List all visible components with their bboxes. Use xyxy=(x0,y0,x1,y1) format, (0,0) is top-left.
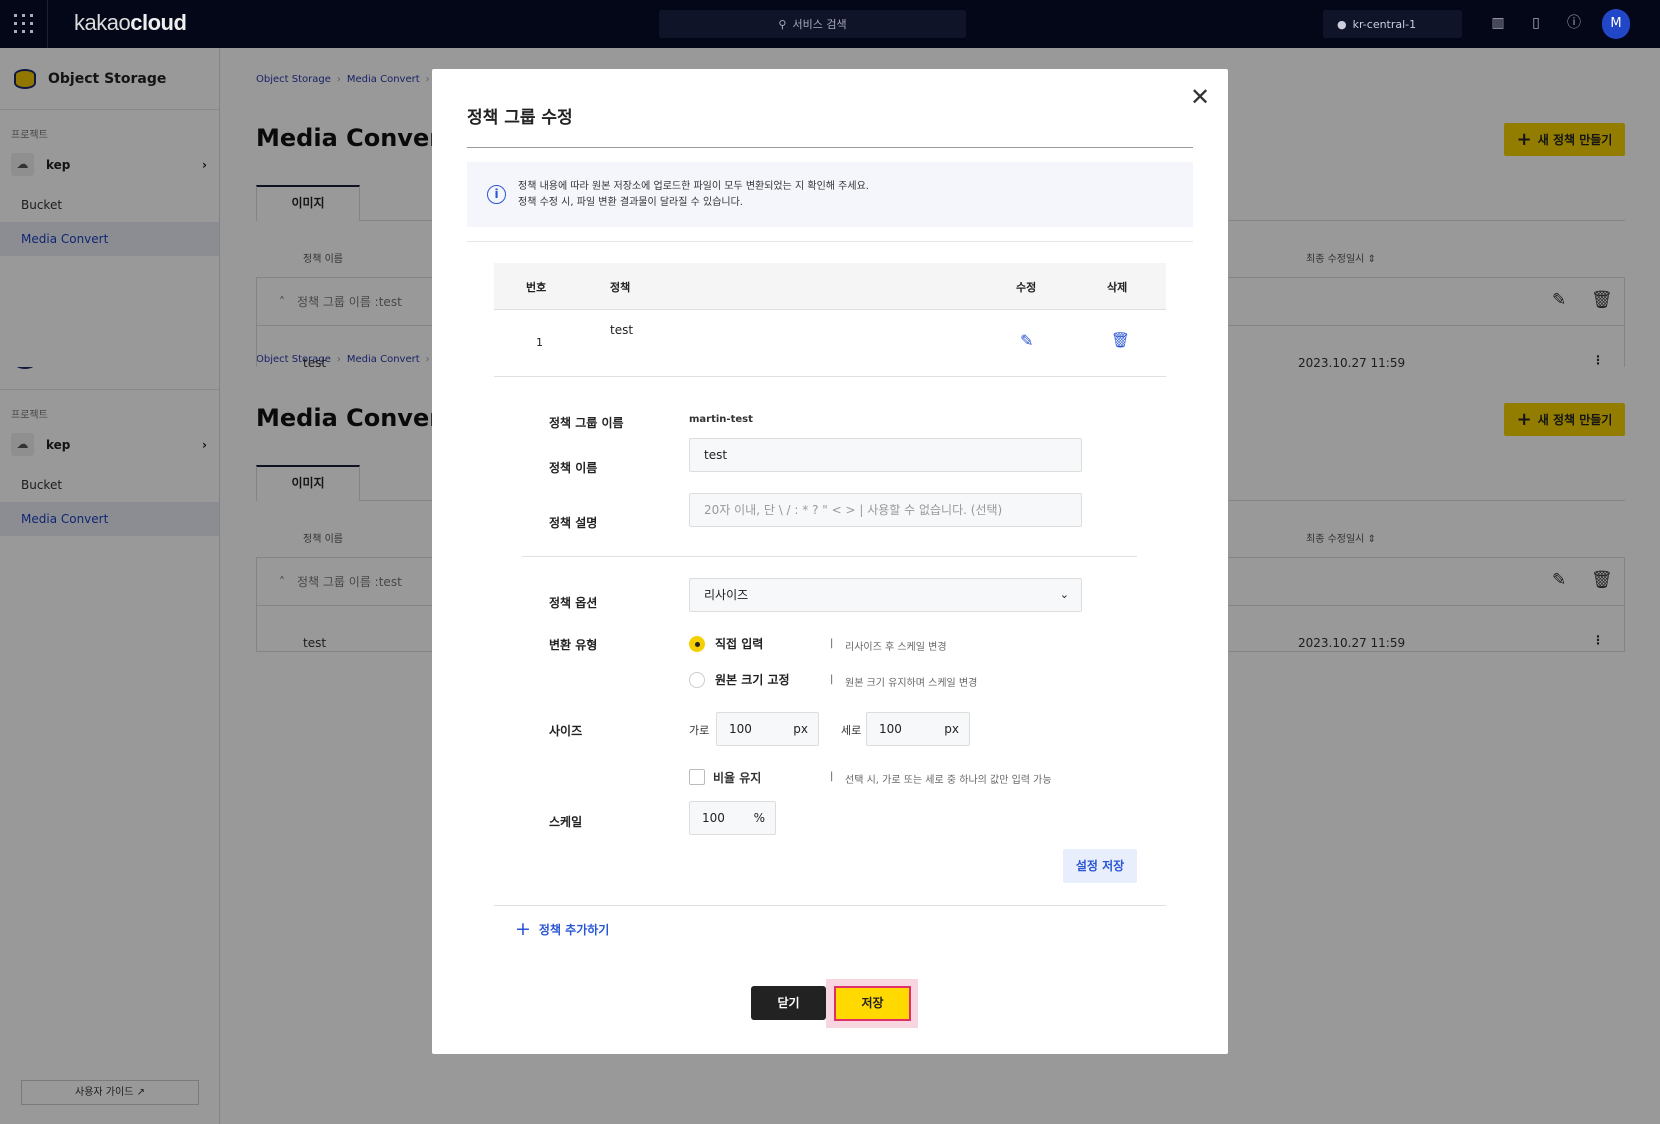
policy-description-input[interactable]: 20자 이내, 단 \ / : * ? " < > | 사용할 수 없습니다. … xyxy=(689,493,1082,527)
policy-option-select[interactable]: 리사이즈 ⌄ xyxy=(689,578,1082,612)
info-text-2: 정책 수정 시, 파일 변환 결과물이 달라질 수 있습니다. xyxy=(518,196,743,208)
info-icon: i xyxy=(487,185,506,204)
height-value: 100 xyxy=(879,722,902,736)
scale-value: 100 xyxy=(702,811,725,825)
divider xyxy=(522,556,1137,557)
header-policy: 정책 xyxy=(610,281,631,294)
radio-description: 리사이즈 후 스케일 변경 xyxy=(845,642,947,653)
keep-ratio-checkbox[interactable] xyxy=(689,769,705,785)
policy-name-input[interactable]: test xyxy=(689,438,1082,472)
width-value: 100 xyxy=(729,722,752,736)
unit-px: px xyxy=(944,722,959,736)
policy-option-label: 정책 옵션 xyxy=(549,596,598,610)
table-row: 1 test ✎ 🗑 xyxy=(494,310,1166,377)
add-policy-button[interactable]: + 정책 추가하기 xyxy=(515,918,609,940)
info-text-1: 정책 내용에 따라 원본 저장소에 업로드한 파일이 모두 변환되었는 지 확인… xyxy=(518,180,869,192)
modal-title: 정책 그룹 수정 xyxy=(467,108,573,128)
width-input[interactable]: 100 px xyxy=(716,712,819,746)
policy-name-label: 정책 이름 xyxy=(549,461,598,475)
download-document-icon[interactable]: ▯ xyxy=(1527,14,1545,32)
divider xyxy=(467,241,1193,242)
search-icon: ⚲ xyxy=(778,17,787,31)
row-number: 1 xyxy=(536,336,543,349)
height-input[interactable]: 100 px xyxy=(866,712,970,746)
header-edit: 수정 xyxy=(1016,281,1037,294)
kakaocloud-logo[interactable]: kakaocloud xyxy=(74,10,187,36)
radio-description: 원본 크기 유지하며 스케일 변경 xyxy=(845,678,978,689)
separator: | xyxy=(830,771,834,782)
keep-ratio-label: 비율 유지 xyxy=(713,771,762,785)
size-label: 사이즈 xyxy=(549,724,583,738)
group-name-label: 정책 그룹 이름 xyxy=(549,416,624,430)
console-icon[interactable]: ▥ xyxy=(1489,14,1507,32)
top-navigation-bar: kakaocloud ⚲ 서비스 검색 ● kr-central-1 ▥ ▯ ⓘ M xyxy=(0,0,1660,48)
app-grid-icon[interactable] xyxy=(14,14,34,34)
close-button[interactable]: 닫기 xyxy=(751,986,826,1020)
edit-policy-group-modal: 정책 그룹 수정 ✕ i 정책 내용에 따라 원본 저장소에 업로드한 파일이 … xyxy=(432,69,1228,1054)
search-placeholder: 서비스 검색 xyxy=(792,18,847,31)
user-avatar[interactable]: M xyxy=(1602,9,1630,39)
region-selector[interactable]: ● kr-central-1 xyxy=(1323,10,1462,38)
trash-icon[interactable]: 🗑 xyxy=(1111,331,1130,349)
service-search[interactable]: ⚲ 서비스 검색 xyxy=(659,10,966,38)
unit-px: px xyxy=(793,722,808,736)
edit-icon[interactable]: ✎ xyxy=(1020,331,1033,350)
policy-option-value: 리사이즈 xyxy=(704,588,749,602)
close-icon[interactable]: ✕ xyxy=(1190,83,1210,111)
chevron-down-icon: ⌄ xyxy=(1059,588,1069,601)
header-number: 번호 xyxy=(526,281,547,294)
radio-label: 원본 크기 고정 xyxy=(715,673,790,687)
add-policy-label: 정책 추가하기 xyxy=(538,922,610,937)
width-label: 가로 xyxy=(689,724,710,737)
save-settings-button[interactable]: 설정 저장 xyxy=(1063,849,1137,883)
title-divider xyxy=(467,147,1193,148)
plus-icon: + xyxy=(515,918,531,940)
radio-keep-original-size[interactable]: 원본 크기 고정 xyxy=(689,671,790,688)
radio-unselected-icon xyxy=(689,671,705,688)
divider xyxy=(47,0,48,48)
divider xyxy=(494,905,1166,906)
location-pin-icon: ● xyxy=(1337,17,1347,31)
keep-ratio-description: 선택 시, 가로 또는 세로 중 하나의 값만 입력 가능 xyxy=(845,775,1052,786)
save-button[interactable]: 저장 xyxy=(834,986,911,1021)
conversion-type-label: 변환 유형 xyxy=(549,638,598,652)
unit-percent: % xyxy=(753,811,765,825)
info-notice: i 정책 내용에 따라 원본 저장소에 업로드한 파일이 모두 변환되었는 지 … xyxy=(467,162,1193,227)
separator: | xyxy=(830,638,834,649)
table-header: 번호 정책 수정 삭제 xyxy=(494,263,1166,310)
group-name-value: martin-test xyxy=(689,414,753,425)
policy-table: 번호 정책 수정 삭제 1 test ✎ 🗑 xyxy=(494,263,1166,377)
region-label: kr-central-1 xyxy=(1352,17,1417,31)
radio-direct-input[interactable]: 직접 입력 xyxy=(689,635,763,652)
policy-description-label: 정책 설명 xyxy=(549,516,598,530)
separator: | xyxy=(830,674,834,685)
row-policy-name: test xyxy=(610,323,634,337)
radio-label: 직접 입력 xyxy=(715,637,764,651)
radio-selected-icon xyxy=(689,635,705,652)
height-label: 세로 xyxy=(841,724,862,737)
header-delete: 삭제 xyxy=(1107,281,1128,294)
scale-input[interactable]: 100% xyxy=(689,801,776,835)
help-icon[interactable]: ⓘ xyxy=(1565,14,1583,32)
scale-label: 스케일 xyxy=(549,815,583,829)
